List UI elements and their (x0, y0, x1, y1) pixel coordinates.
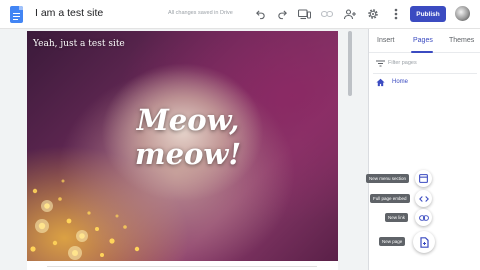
menu-section-icon (419, 174, 428, 183)
link-icon (418, 214, 429, 221)
canvas-scrollbar[interactable] (348, 31, 352, 96)
hero-section[interactable]: Yeah, just a test site Meow, meow! (27, 31, 338, 261)
tooltip-new-link: New link (385, 213, 409, 222)
filter-icon (376, 60, 385, 67)
home-icon (376, 78, 385, 87)
tab-themes[interactable]: Themes (449, 37, 474, 44)
save-status: All changes saved in Drive (168, 10, 233, 16)
site-title[interactable]: I am a test site (35, 7, 103, 19)
code-icon (418, 195, 429, 202)
tooltip-new-menu-section: New menu section (366, 174, 410, 183)
tab-pages[interactable]: Pages (413, 37, 433, 44)
hero-title-line-2: meow! (134, 137, 242, 171)
new-menu-section-button[interactable] (415, 170, 432, 187)
settings-icon[interactable] (366, 7, 380, 21)
avatar[interactable] (455, 6, 470, 21)
publish-button[interactable]: Publish (410, 6, 446, 22)
filter-pages-input[interactable]: Filter pages (388, 60, 417, 66)
page-item-home[interactable] (373, 77, 477, 89)
tab-insert[interactable]: Insert (377, 37, 395, 44)
more-icon[interactable] (389, 7, 403, 21)
active-tab-indicator (411, 51, 433, 53)
preview-icon[interactable] (297, 7, 311, 21)
tooltip-new-page: New page (379, 237, 406, 246)
full-page-embed-button[interactable] (415, 190, 432, 207)
new-page-icon (419, 236, 429, 248)
filter-divider (373, 73, 477, 74)
share-icon[interactable] (343, 7, 357, 21)
tooltip-full-page-embed: Full page embed (370, 194, 410, 203)
hero-title-line-1: Meow, (136, 103, 240, 137)
page-content-area[interactable] (27, 261, 338, 270)
hero-title[interactable]: Meow, meow! (123, 103, 253, 171)
new-page-button[interactable] (413, 231, 435, 253)
hero-site-name[interactable]: Yeah, just a test site (33, 39, 125, 49)
link-icon[interactable] (320, 7, 334, 21)
panel-tabs: Insert Pages Themes (369, 29, 480, 53)
redo-icon[interactable] (275, 7, 289, 21)
page-label-home: Home (392, 79, 409, 85)
top-bar: I am a test site All changes saved in Dr… (0, 0, 480, 29)
new-link-button[interactable] (415, 209, 432, 226)
undo-icon[interactable] (253, 7, 267, 21)
google-sites-logo-icon[interactable] (10, 6, 23, 23)
